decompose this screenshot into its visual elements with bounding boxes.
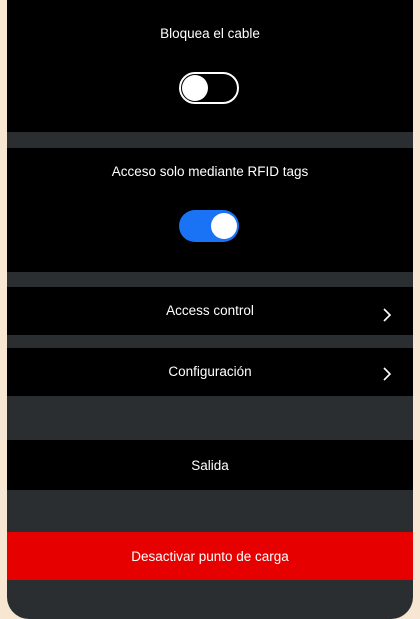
rfid-access-toggle[interactable] — [179, 210, 239, 242]
lock-cable-label: Bloquea el cable — [160, 26, 260, 41]
rfid-access-label: Acceso solo mediante RFID tags — [111, 164, 309, 179]
toggle-knob — [211, 213, 237, 239]
toggle-knob — [182, 75, 208, 101]
deactivate-charging-point-button[interactable]: Desactivar punto de carga — [7, 532, 413, 580]
chevron-right-icon — [383, 308, 392, 322]
exit-row[interactable]: Salida — [7, 440, 413, 490]
access-control-label: Access control — [166, 303, 254, 318]
exit-label: Salida — [191, 458, 229, 473]
rfid-access-section: Acceso solo mediante RFID tags — [7, 148, 413, 272]
deactivate-label: Desactivar punto de carga — [131, 549, 289, 564]
configuration-label: Configuración — [168, 364, 252, 379]
access-control-row[interactable]: Access control — [7, 287, 413, 335]
configuration-row[interactable]: Configuración — [7, 348, 413, 396]
lock-cable-toggle[interactable] — [179, 72, 239, 104]
lock-cable-section: Bloquea el cable — [7, 0, 413, 132]
chevron-right-icon — [383, 367, 392, 381]
settings-panel: Bloquea el cable Acceso solo mediante RF… — [7, 0, 413, 619]
